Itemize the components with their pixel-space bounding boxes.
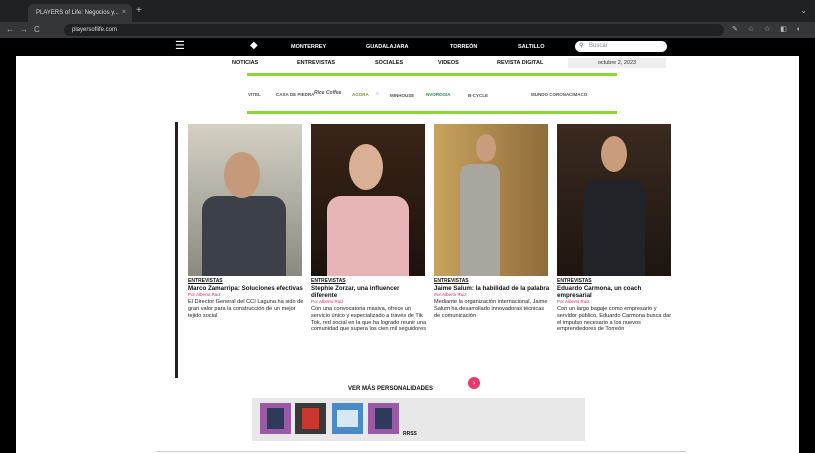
person-head xyxy=(476,134,496,162)
sponsor-logo[interactable]: CIMACO xyxy=(569,92,587,97)
hamburger-menu-icon[interactable]: ☰ xyxy=(175,41,185,52)
article-summary: Mediante la organización internacional, … xyxy=(434,299,548,319)
sponsor-top-rule xyxy=(247,73,617,76)
current-date: octubre 2, 2023 xyxy=(568,58,666,68)
banner-label: RRSS xyxy=(403,431,417,437)
person-head xyxy=(224,152,260,198)
nav-entrevistas[interactable]: ENTREVISTAS xyxy=(297,60,335,67)
article-summary: Con un largo bagaje como empresario y se… xyxy=(557,306,672,333)
nav-noticias[interactable]: NOTICIAS xyxy=(232,60,258,67)
page-content: NOTICIAS ENTREVISTAS SOCIALES VIDEOS REV… xyxy=(16,56,799,453)
sponsor-logo[interactable]: NVOROGIA xyxy=(426,92,451,97)
sponsor-logo[interactable]: B-CYCLE xyxy=(468,93,488,98)
diamond-logo-icon[interactable]: ◆ xyxy=(250,41,258,51)
forward-icon[interactable]: → xyxy=(20,24,28,36)
url-text: playersoflife.com xyxy=(72,27,118,33)
person-figure xyxy=(583,180,645,276)
city-link-guadalajara[interactable]: GUADALAJARA xyxy=(366,43,408,51)
article-author: Por Alberto Ruiz xyxy=(434,292,467,297)
article-author: Por Alberto Ruiz xyxy=(311,299,344,304)
nav-videos[interactable]: VIDEOS xyxy=(438,60,459,67)
new-tab-button[interactable]: + xyxy=(136,6,142,16)
magazine-cover[interactable] xyxy=(332,403,363,434)
article-category[interactable]: ENTREVISTAS xyxy=(311,278,427,284)
article-title[interactable]: Jaime Salum: la habilidad de la palabra xyxy=(434,285,550,292)
city-link-monterrey[interactable]: MONTERREY xyxy=(291,43,326,51)
sponsor-bottom-rule xyxy=(247,111,617,114)
site-header: ☰ ◆ MONTERREY GUADALAJARA TORREÓN SALTIL… xyxy=(0,38,815,56)
magazine-banner[interactable]: RRSS xyxy=(252,398,585,441)
article-image[interactable] xyxy=(311,124,425,276)
article-image[interactable] xyxy=(188,124,302,276)
footer-divider xyxy=(156,451,686,452)
article-title[interactable]: Marco Zamarripa: Soluciones efectivas xyxy=(188,285,304,292)
address-bar[interactable]: playersoflife.com xyxy=(64,24,724,36)
back-icon[interactable]: ← xyxy=(6,24,14,36)
reload-icon[interactable]: C xyxy=(34,24,40,36)
article-title[interactable]: Stephie Zorzar, una influencer diferente xyxy=(311,285,427,299)
article-category[interactable]: ENTREVISTAS xyxy=(188,278,304,284)
search-placeholder: Buscar xyxy=(589,43,608,49)
cover-inner xyxy=(375,408,392,429)
window-controls-icon[interactable]: ⌄ xyxy=(800,6,807,15)
sponsor-logo[interactable]: Rice Coffee xyxy=(314,90,341,96)
nav-revista-digital[interactable]: REVISTA DIGITAL xyxy=(497,60,543,67)
person-figure xyxy=(460,164,500,276)
magazine-cover[interactable] xyxy=(260,403,291,434)
sponsor-logo[interactable]: AGORA xyxy=(352,92,369,97)
article-summary: Con una convocatoria masiva, ofrece un s… xyxy=(311,306,427,333)
article-card[interactable]: ENTREVISTAS Jaime Salum: la habilidad de… xyxy=(434,278,550,319)
nav-sociales[interactable]: SOCIALES xyxy=(375,60,403,67)
article-title[interactable]: Eduardo Carmona, un coach empresarial xyxy=(557,285,673,299)
article-author: Por Alberto Ruiz xyxy=(557,299,590,304)
search-icon: ⚲ xyxy=(579,43,584,49)
extension-icons[interactable]: ✎ ☆ ☆ ◧ ◐ xyxy=(732,24,805,36)
article-category[interactable]: ENTREVISTAS xyxy=(557,278,673,284)
person-head xyxy=(601,136,627,172)
sponsor-logo[interactable]: MUNDO CORONA xyxy=(531,92,569,97)
magazine-cover[interactable] xyxy=(295,403,326,434)
search-input[interactable]: ⚲ Buscar xyxy=(575,41,667,52)
section-accent-rule xyxy=(175,122,178,378)
browser-tab-strip: PLAYERS of Life: Negocios y... × + ⌄ xyxy=(0,0,815,22)
close-tab-icon[interactable]: × xyxy=(122,4,126,22)
city-link-torreon[interactable]: TORREÓN xyxy=(450,43,477,51)
article-author: Por Alberto Ruiz xyxy=(188,292,221,297)
see-more-label[interactable]: VER MÁS PERSONALIDADES xyxy=(348,386,433,392)
browser-toolbar: ← → C playersoflife.com ✎ ☆ ☆ ◧ ◐ xyxy=(0,22,815,38)
sub-navigation: NOTICIAS ENTREVISTAS SOCIALES VIDEOS REV… xyxy=(16,56,799,70)
article-image[interactable] xyxy=(557,124,671,276)
sponsor-logo[interactable]: VITEL xyxy=(248,92,261,97)
person-figure xyxy=(327,196,409,276)
magazine-cover[interactable] xyxy=(368,403,399,434)
article-summary: El Director General del CCI Laguna ha si… xyxy=(188,299,304,319)
article-card[interactable]: ENTREVISTAS Marco Zamarripa: Soluciones … xyxy=(188,278,304,319)
browser-tab[interactable]: PLAYERS of Life: Negocios y... × xyxy=(28,4,132,22)
sponsor-logo[interactable]: ○ xyxy=(376,91,379,96)
article-category[interactable]: ENTREVISTAS xyxy=(434,278,550,284)
article-card[interactable]: ENTREVISTAS Stephie Zorzar, una influenc… xyxy=(311,278,427,333)
cover-inner xyxy=(302,408,319,429)
person-figure xyxy=(202,196,286,276)
sponsor-logo[interactable]: MINHOUSE xyxy=(390,93,414,98)
cover-inner xyxy=(267,408,284,429)
cover-inner xyxy=(337,410,358,427)
person-head xyxy=(349,144,383,190)
arrow-right-icon[interactable]: › xyxy=(468,377,480,389)
city-link-saltillo[interactable]: SALTILLO xyxy=(518,43,544,51)
tab-title: PLAYERS of Life: Negocios y... xyxy=(36,10,119,16)
article-card[interactable]: ENTREVISTAS Eduardo Carmona, un coach em… xyxy=(557,278,673,333)
sponsor-logo[interactable]: CASA DE PIEDRA xyxy=(276,92,314,97)
article-image[interactable] xyxy=(434,124,548,276)
see-more-button[interactable]: VER MÁS PERSONALIDADES › xyxy=(348,377,480,392)
